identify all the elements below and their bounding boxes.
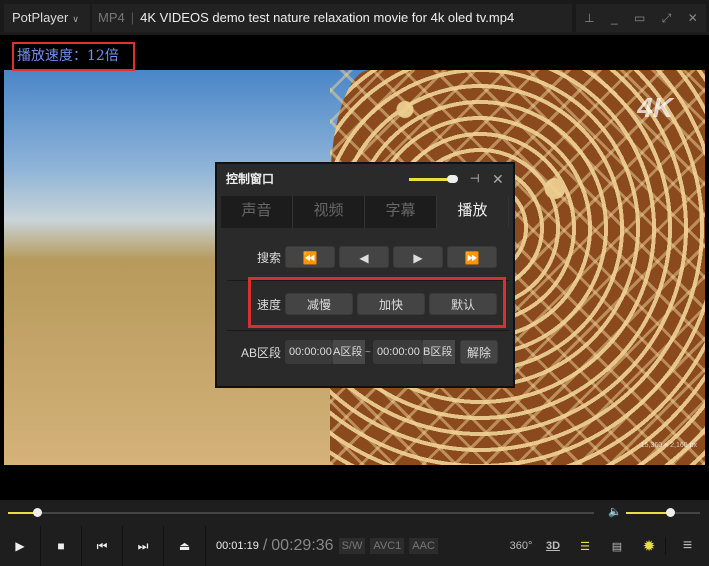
control-window: 控制窗口 ⊣ ✕ 声音 视频 字幕 播放 搜索 ⏪ ◀ ▶ ⏩ 速度 减慢 加快… bbox=[215, 162, 515, 388]
range-tilde: ~ bbox=[365, 346, 371, 358]
settings-gear-icon[interactable]: ✹ bbox=[633, 537, 665, 555]
time-separator: / bbox=[262, 537, 268, 554]
tab-video[interactable]: 视频 bbox=[293, 196, 365, 228]
clear-ab-button[interactable]: 解除 bbox=[460, 340, 498, 364]
volume-icon[interactable]: 🔈 bbox=[608, 505, 622, 518]
fullscreen-icon[interactable]: ⤢ bbox=[662, 11, 672, 26]
seek-forward-button[interactable]: ▶ bbox=[393, 246, 443, 268]
progress-knob[interactable] bbox=[33, 508, 43, 517]
ab-repeat-row: AB区段 00:00:00 A区段 ~ 00:00:00 B区段 解除 bbox=[217, 340, 513, 364]
chevron-down-icon: ∨ bbox=[72, 14, 79, 24]
seek-row: 搜索 ⏪ ◀ ▶ ⏩ bbox=[217, 246, 513, 268]
ab-label: AB区段 bbox=[240, 345, 281, 360]
audio-codec-tag[interactable]: AAC bbox=[409, 538, 438, 554]
tab-playback[interactable]: 播放 bbox=[437, 196, 509, 228]
minimize-icon[interactable]: _ bbox=[611, 11, 618, 25]
tab-audio[interactable]: 声音 bbox=[221, 196, 293, 228]
menu-icon[interactable]: ≡ bbox=[665, 537, 709, 555]
app-menu-button[interactable]: PotPlayer ∨ bbox=[4, 4, 90, 32]
tab-subtitle[interactable]: 字幕 bbox=[365, 196, 437, 228]
seek-fast-backward-button[interactable]: ⏪ bbox=[285, 246, 335, 268]
set-a-button[interactable]: A区段 bbox=[333, 340, 365, 364]
playlist-search-icon[interactable]: ☰ bbox=[569, 540, 601, 553]
stop-button[interactable]: ■ bbox=[41, 526, 82, 566]
maximize-icon[interactable]: ▭ bbox=[634, 11, 645, 25]
360-vr-button[interactable]: 360° bbox=[505, 540, 537, 552]
speed-highlight-box bbox=[248, 277, 506, 328]
3d-button[interactable]: 3D bbox=[537, 540, 569, 552]
b-time-input[interactable]: 00:00:00 bbox=[373, 340, 423, 364]
format-label: MP4 bbox=[98, 10, 125, 25]
control-window-header: 控制窗口 ⊣ ✕ bbox=[217, 164, 513, 194]
seek-label: 搜索 bbox=[256, 250, 281, 265]
control-window-title: 控制窗口 bbox=[226, 172, 275, 186]
duration: 00:29:36 bbox=[271, 537, 334, 554]
eject-button[interactable]: ⏏ bbox=[164, 526, 206, 566]
current-time: 00:01:19 bbox=[216, 540, 259, 552]
volume-knob[interactable] bbox=[666, 508, 676, 517]
seek-fast-forward-button[interactable]: ⏩ bbox=[447, 246, 497, 268]
volume-fill bbox=[626, 512, 671, 514]
decoder-tag[interactable]: S/W bbox=[338, 538, 366, 554]
4k-logo: 4K bbox=[637, 92, 673, 123]
title-area: MP4 | 4K VIDEOS demo test nature relaxatio… bbox=[92, 4, 572, 32]
a-time-input[interactable]: 00:00:00 bbox=[285, 340, 333, 364]
osd-speed-message: 播放速度：12倍 bbox=[12, 42, 135, 71]
divider: | bbox=[130, 10, 135, 25]
video-title: 4K VIDEOS demo test nature relaxation mo… bbox=[140, 10, 515, 25]
video-codec-tag[interactable]: AVC1 bbox=[370, 538, 405, 554]
next-button[interactable]: ⏭ bbox=[123, 526, 164, 566]
set-b-button[interactable]: B区段 bbox=[423, 340, 455, 364]
resolution-watermark: 15,360 × 2,160 px bbox=[640, 442, 697, 449]
progress-bar[interactable] bbox=[8, 508, 594, 517]
close-icon[interactable]: ✕ bbox=[688, 11, 698, 25]
seek-backward-button[interactable]: ◀ bbox=[339, 246, 389, 268]
opacity-slider-knob[interactable] bbox=[447, 175, 459, 183]
seek-bar-area: 🔈 bbox=[0, 500, 709, 526]
close-icon[interactable]: ✕ bbox=[492, 164, 504, 194]
app-name: PotPlayer bbox=[12, 10, 69, 25]
pin-icon[interactable]: ⊥ bbox=[584, 11, 594, 25]
chapter-icon[interactable]: ▤ bbox=[601, 540, 633, 553]
control-tabs: 声音 视频 字幕 播放 bbox=[221, 196, 509, 228]
previous-button[interactable]: ⏮ bbox=[82, 526, 123, 566]
title-bar: PotPlayer ∨ MP4 | 4K VIDEOS demo test natur… bbox=[0, 0, 709, 36]
control-bar: ▶ ■ ⏮ ⏭ ⏏ 00:01:19 / 00:29:36 S/W AVC1 A… bbox=[0, 526, 709, 566]
pin-icon[interactable]: ⊣ bbox=[470, 164, 480, 194]
divider bbox=[227, 330, 509, 331]
right-controls: 360° 3D ☰ ▤ ✹ ≡ bbox=[505, 526, 709, 566]
play-button[interactable]: ▶ bbox=[0, 526, 41, 566]
volume-slider[interactable] bbox=[626, 508, 700, 517]
window-controls: ⊥ _ ▭ ⤢ ✕ bbox=[576, 4, 706, 32]
